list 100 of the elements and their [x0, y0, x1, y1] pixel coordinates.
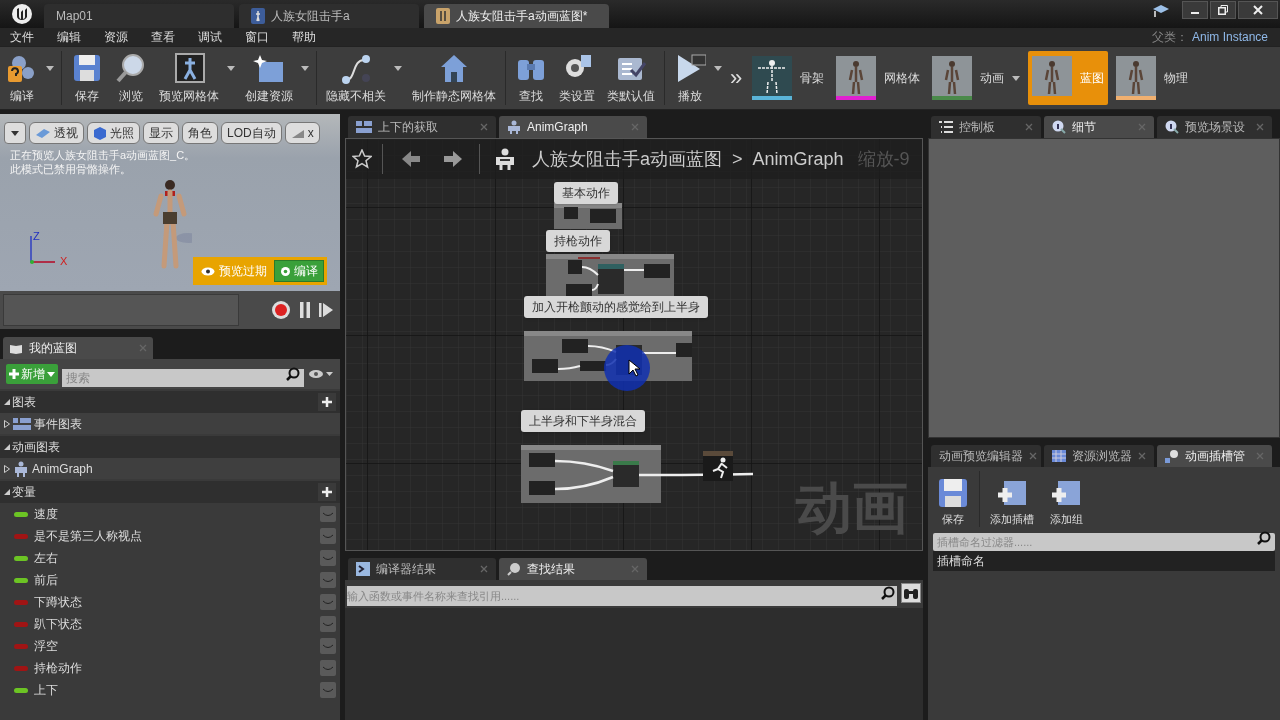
panel-tab[interactable]: 资源浏览器 [1044, 445, 1154, 467]
menu-item[interactable]: 资源 [98, 28, 134, 46]
minimize-icon [1191, 12, 1199, 14]
variable-item[interactable]: 是不是第三人称视点 [0, 525, 340, 547]
anim-graph-icon [494, 148, 516, 170]
find-button[interactable] [901, 583, 921, 603]
document-tab[interactable]: Map01 [44, 4, 234, 28]
running-figure-icon [703, 451, 733, 481]
toolbar-button[interactable]: 预览网格体 [153, 47, 239, 109]
toolbar-button[interactable]: 类默认值 [601, 47, 661, 109]
mode-button[interactable]: 网格体 [832, 51, 925, 105]
variable-item[interactable]: 上下 [0, 679, 340, 701]
closed-eye-icon [322, 665, 334, 671]
menu-item[interactable]: 编辑 [51, 28, 87, 46]
close-icon [1256, 123, 1264, 131]
variable-item[interactable]: 前后 [0, 569, 340, 591]
toolbar-button[interactable]: 查找 [509, 47, 553, 109]
window-maximize-button[interactable] [1210, 1, 1236, 19]
mode-button[interactable]: 物理 [1112, 51, 1193, 105]
toolbar-button[interactable]: 保存 [65, 47, 109, 109]
variable-item[interactable]: 浮空 [0, 635, 340, 657]
panel-tab[interactable]: 预览场景设 [1157, 116, 1272, 138]
viewport-menu-button[interactable] [4, 122, 26, 144]
menu-item[interactable]: 查看 [145, 28, 181, 46]
mode-button[interactable]: 动画 [928, 51, 1025, 105]
toolbar-button[interactable]: 类设置 [553, 47, 601, 109]
search-icon [286, 367, 300, 381]
graph-list-item[interactable]: 事件图表 [0, 413, 340, 434]
closed-eye-icon [322, 643, 334, 649]
toolbar-button[interactable]: 隐藏不相关 [320, 47, 406, 109]
panel-tab[interactable]: 编译器结果 [348, 558, 496, 580]
toolbar-button[interactable]: 浏览 [109, 47, 153, 109]
viewport-option-button[interactable]: LOD自动 [221, 122, 282, 144]
overflow-chevron[interactable]: » [730, 67, 743, 89]
toolbar-button[interactable]: 播放 [668, 47, 726, 109]
visibility-toggle[interactable] [320, 528, 336, 544]
figure-icon [436, 8, 450, 24]
anim-graph-icon [13, 460, 29, 477]
search-field[interactable]: 搜索 [62, 369, 304, 387]
visibility-toggle[interactable] [320, 594, 336, 610]
toolbar-button[interactable]: 创建资源 [239, 47, 313, 109]
figure-icon [251, 8, 265, 24]
document-tab[interactable]: 人族女阻击手a [239, 4, 419, 28]
visibility-toggle[interactable] [320, 682, 336, 698]
slot-toolbar-button[interactable]: 添加组 [1044, 476, 1088, 527]
parent-class-link[interactable]: Anim Instance [1191, 28, 1268, 46]
viewport-option-button[interactable]: 透视 [29, 122, 84, 144]
caret-icon [301, 65, 309, 71]
breadcrumb-link[interactable]: 人族女阻击手a动画蓝图 [532, 145, 722, 173]
panel-tab[interactable]: 控制板 [931, 116, 1041, 138]
viewport-option-button[interactable]: x [284, 122, 320, 144]
panel-tab[interactable]: 动画插槽管 [1157, 445, 1272, 467]
menu-item[interactable]: 调试 [192, 28, 228, 46]
visibility-toggle[interactable] [320, 616, 336, 632]
graph-list-item[interactable]: AnimGraph [0, 458, 340, 479]
visibility-toggle[interactable] [320, 572, 336, 588]
console-icon [356, 562, 370, 576]
add-button[interactable] [318, 393, 336, 411]
breadcrumb-link[interactable]: AnimGraph [752, 145, 844, 173]
plus-icon [322, 397, 332, 407]
document-tab[interactable]: 人族女阻击手a动画蓝图* [424, 4, 609, 28]
menu-item[interactable]: 文件 [4, 28, 40, 46]
panel-tab[interactable]: 查找结果 [499, 558, 647, 580]
panel-tab[interactable]: 动画预览编辑器 [931, 445, 1041, 467]
play-icon [319, 302, 333, 318]
window-minimize-button[interactable] [1182, 1, 1208, 19]
plus-icon [322, 487, 332, 497]
visibility-toggle[interactable] [320, 660, 336, 676]
window-close-button[interactable] [1238, 1, 1278, 19]
info-icon [1165, 120, 1179, 134]
variable-item[interactable]: 下蹲状态 [0, 591, 340, 613]
menu-item[interactable]: 窗口 [239, 28, 275, 46]
add-button[interactable] [318, 483, 336, 501]
panel-tab[interactable]: AnimGraph [499, 116, 647, 138]
viewport-option-button[interactable]: 角色 [182, 122, 218, 144]
visibility-toggle[interactable] [320, 506, 336, 522]
slot-toolbar-button[interactable]: 保存 [933, 476, 973, 527]
slot-toolbar-button[interactable]: 添加插槽 [986, 476, 1038, 527]
variable-item[interactable]: 速度 [0, 503, 340, 525]
panel-tab[interactable]: 上下的获取 [348, 116, 496, 138]
toolbar-button[interactable]: 制作静态网格体 [406, 47, 502, 109]
node-curve-icon [340, 52, 372, 84]
panel-tab[interactable]: 我的蓝图 [3, 337, 153, 359]
close-icon [1025, 123, 1033, 131]
toolbar-button[interactable]: 编译 [0, 47, 58, 109]
viewport-option-button[interactable]: 显示 [143, 122, 179, 144]
viewport-option-button[interactable]: 光照 [87, 122, 140, 144]
menu-item[interactable]: 帮助 [286, 28, 322, 46]
caret-icon [227, 65, 235, 71]
panel-tab[interactable]: 细节 [1044, 116, 1154, 138]
character-thumbnail [1116, 56, 1157, 96]
mode-button[interactable]: 骨架 [748, 51, 829, 105]
visibility-toggle[interactable] [320, 550, 336, 566]
save-icon [71, 52, 103, 84]
save-icon [937, 476, 969, 509]
variable-item[interactable]: 左右 [0, 547, 340, 569]
visibility-toggle[interactable] [320, 638, 336, 654]
variable-item[interactable]: 持枪动作 [0, 657, 340, 679]
closed-eye-icon [322, 511, 334, 517]
variable-item[interactable]: 趴下状态 [0, 613, 340, 635]
